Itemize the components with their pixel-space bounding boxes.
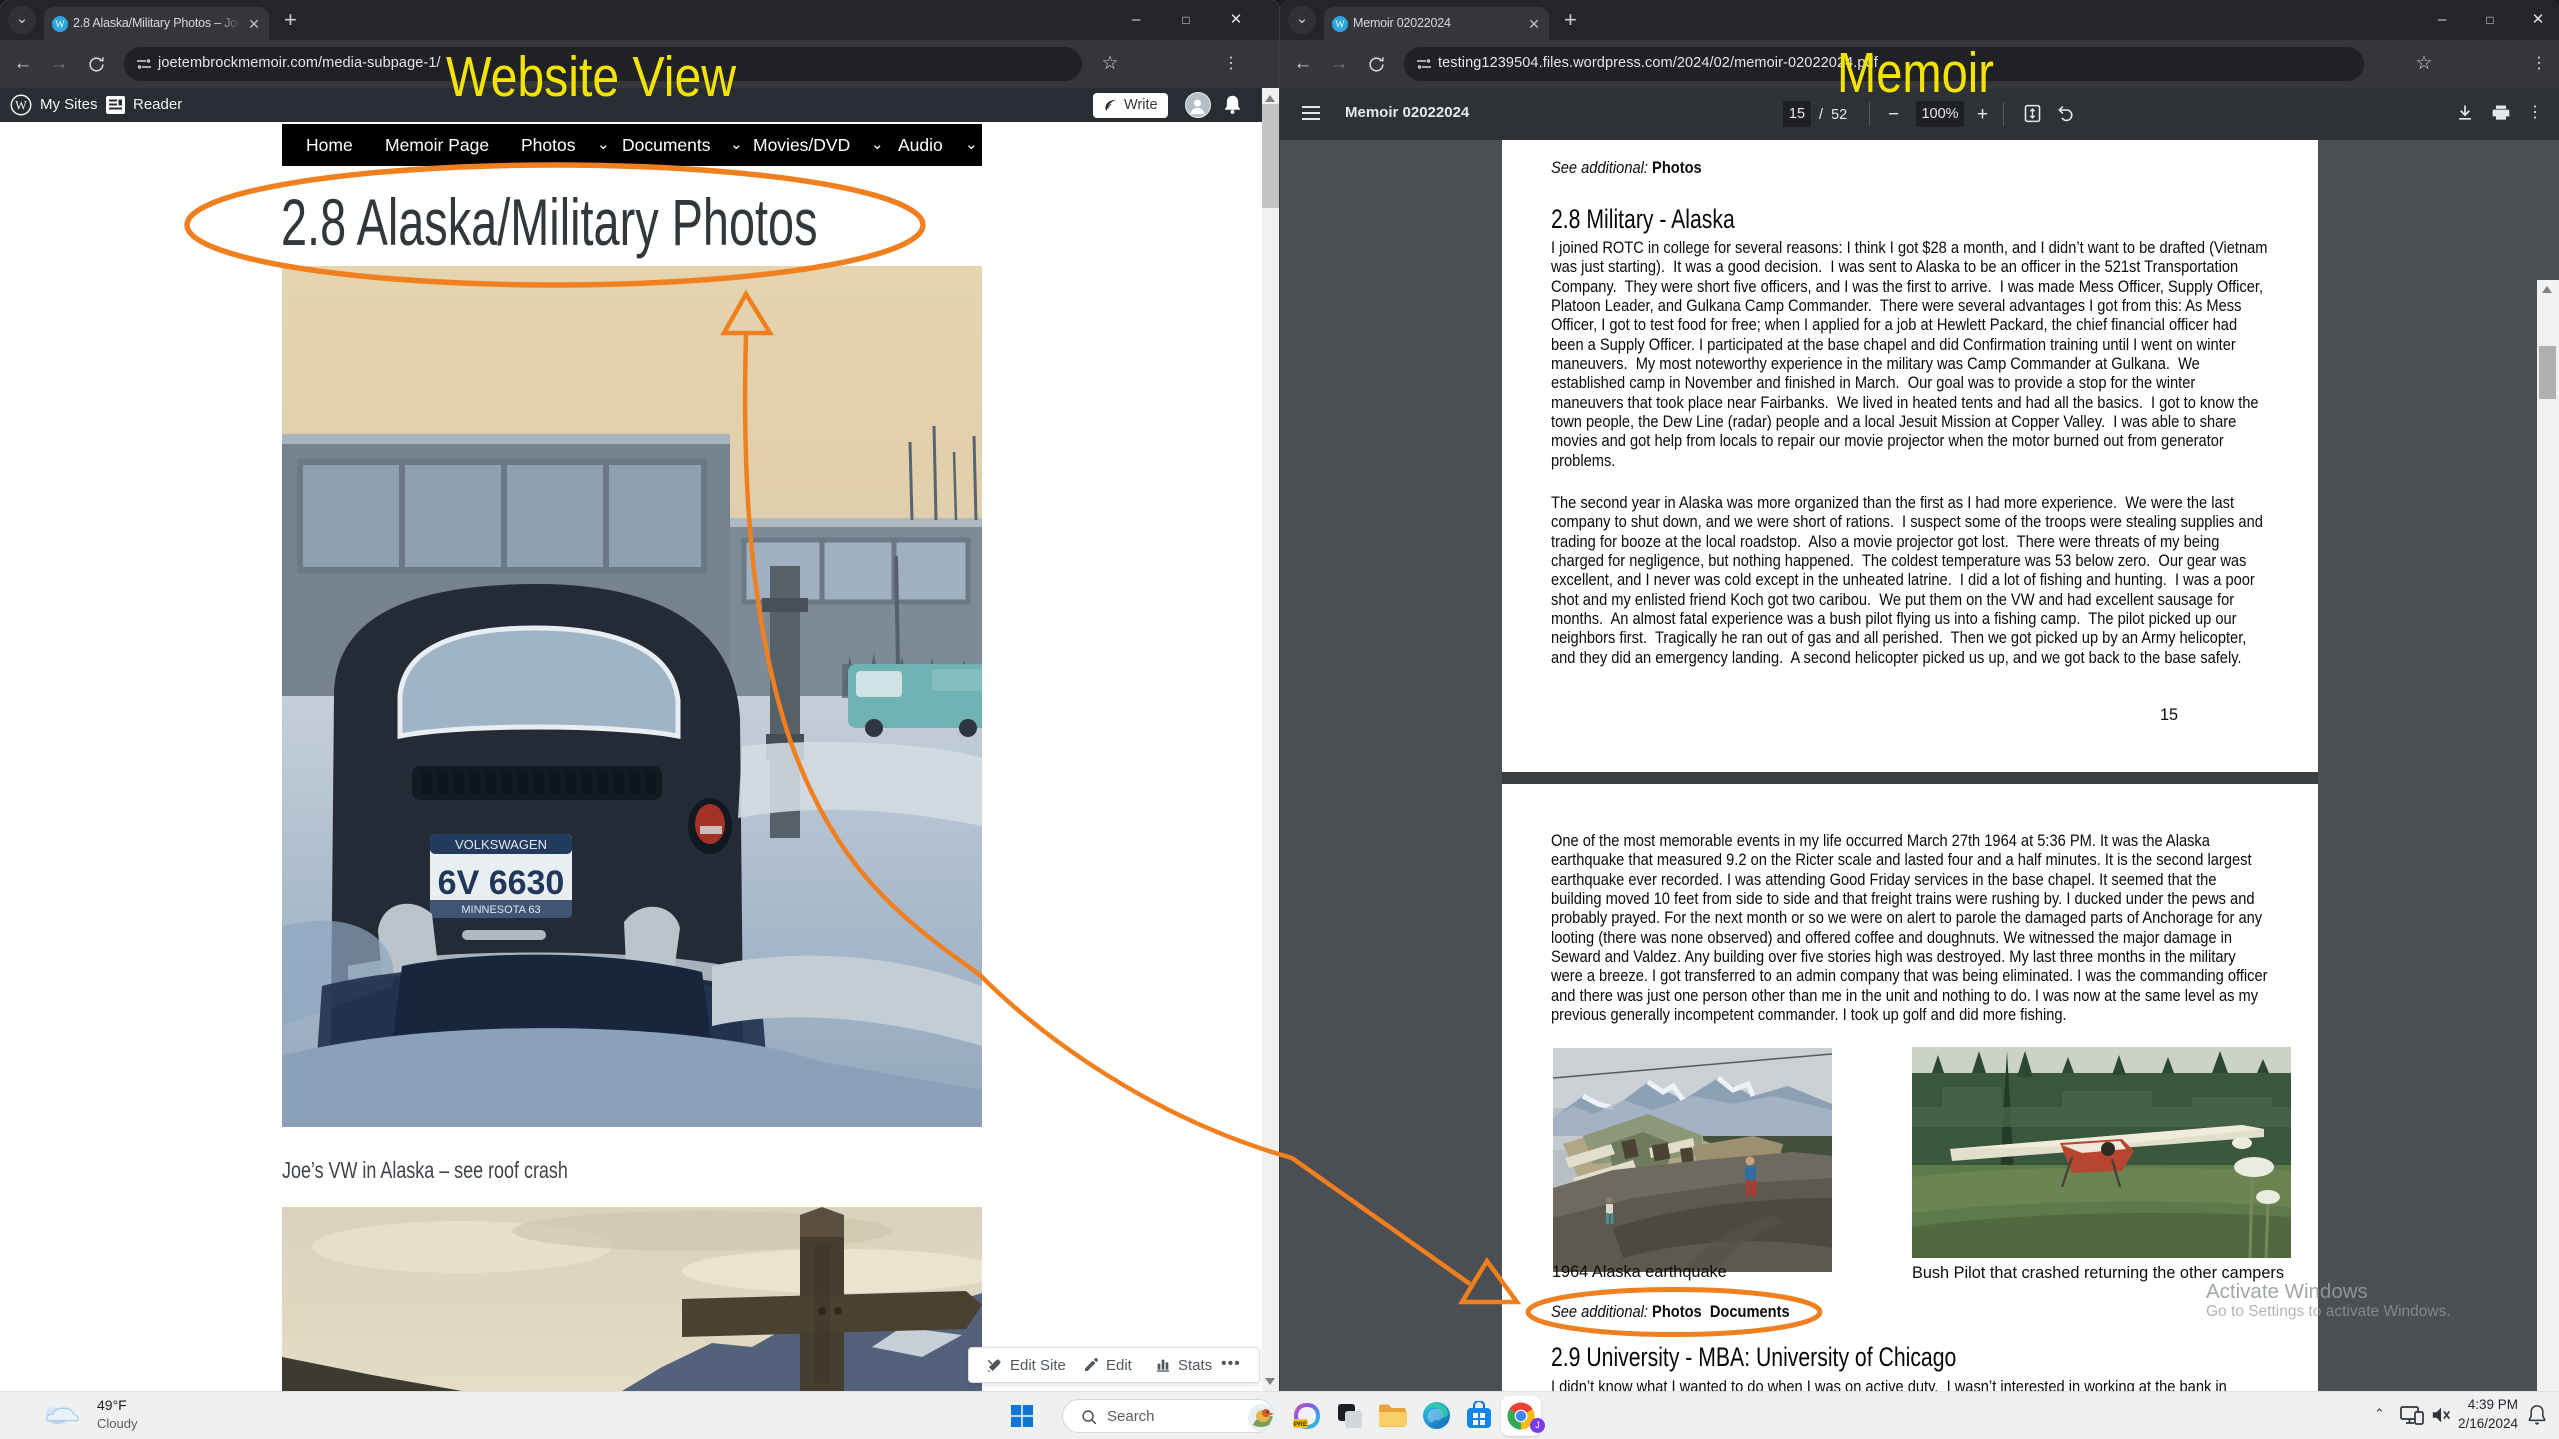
svg-text:VOLKSWAGEN: VOLKSWAGEN — [455, 837, 547, 852]
svg-text:PRE: PRE — [1294, 1421, 1308, 1428]
svg-text:W: W — [55, 20, 65, 31]
svg-text:MINNESOTA 63: MINNESOTA 63 — [461, 904, 540, 916]
svg-text:W: W — [1335, 20, 1345, 31]
svg-text:W: W — [15, 99, 27, 113]
svg-text:6V 6630: 6V 6630 — [438, 864, 565, 902]
